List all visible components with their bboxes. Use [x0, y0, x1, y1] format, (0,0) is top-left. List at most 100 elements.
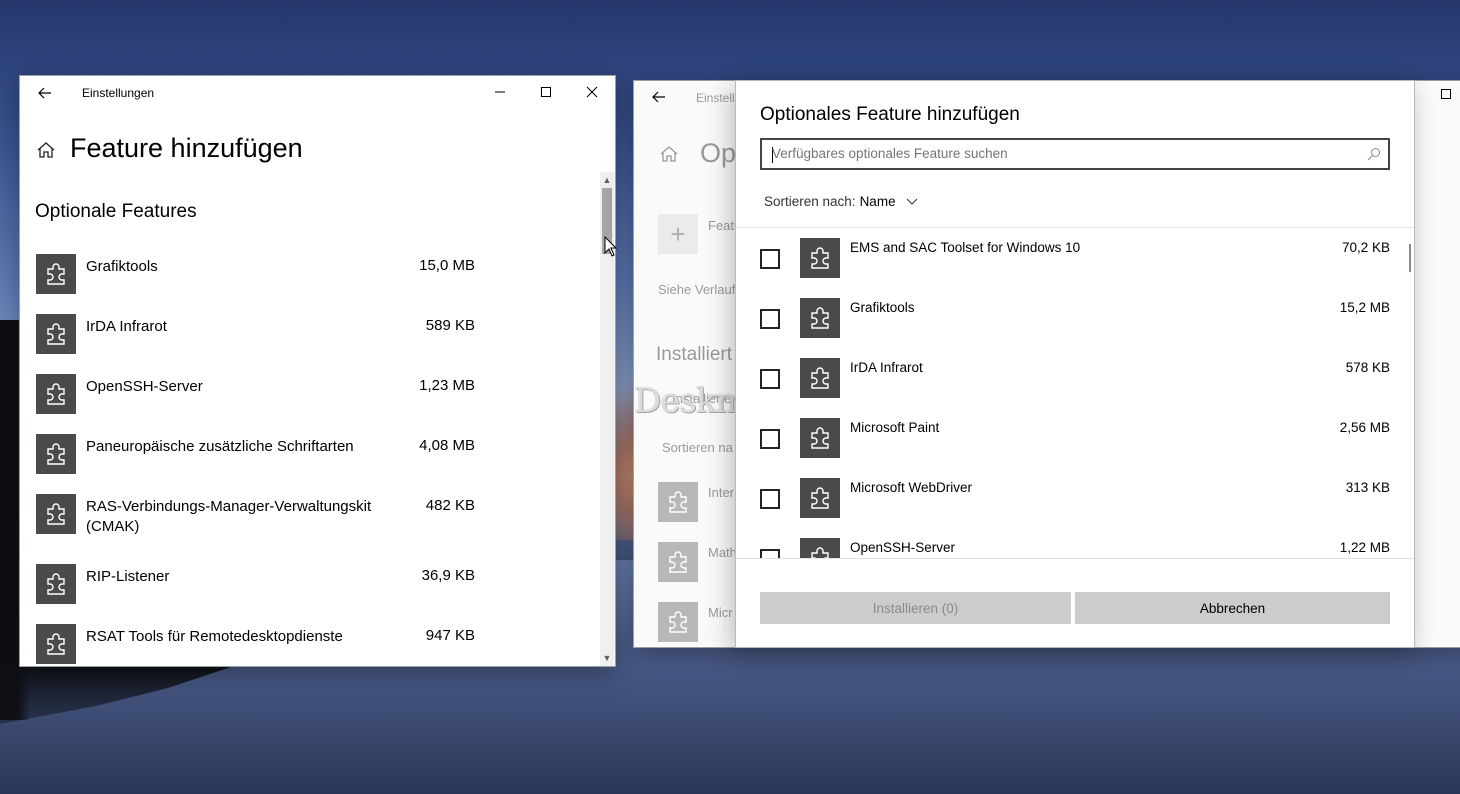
- add-optional-feature-dialog: Optionales Feature hinzufügen Sortieren …: [735, 80, 1415, 648]
- feature-checkbox[interactable]: [760, 489, 780, 509]
- feature-name: RAS-Verbindungs-Manager-Verwaltungskit (…: [86, 498, 372, 535]
- feature-name: OpenSSH-Server: [850, 540, 956, 555]
- list-item[interactable]: IrDA Infrarot 589 KB: [35, 312, 475, 372]
- feature-name: RSAT Tools für Remotedesktopdienste: [86, 628, 343, 645]
- sort-label: Sortieren nach:: [764, 194, 856, 209]
- page-title: Feature hinzufügen: [70, 133, 303, 163]
- available-features-list: EMS and SAC Toolset for Windows 10 70,2 …: [736, 228, 1414, 558]
- history-link[interactable]: Siehe Verlauf: [658, 282, 735, 297]
- feature-name: Grafiktools: [850, 300, 915, 315]
- feature-name: Grafiktools: [86, 258, 158, 275]
- scroll-down-icon[interactable]: ▼: [602, 653, 612, 663]
- feature-checkbox[interactable]: [760, 369, 780, 389]
- feature-size: 589 KB: [425, 317, 475, 334]
- page-title: Op: [700, 138, 737, 168]
- feature-checkbox[interactable]: [760, 549, 780, 558]
- feature-size: 4,08 MB: [419, 437, 475, 454]
- installed-feature-name[interactable]: Math: [708, 545, 737, 560]
- maximize-icon[interactable]: [532, 80, 560, 104]
- feature-size: 1,22 MB: [1339, 540, 1390, 555]
- feature-name: Microsoft WebDriver: [850, 480, 973, 495]
- feature-size: 1,23 MB: [419, 377, 475, 394]
- list-item[interactable]: Paneuropäische zusätzliche Schriftarten …: [35, 432, 475, 492]
- feature-checkbox[interactable]: [760, 309, 780, 329]
- list-item[interactable]: Microsoft Paint 2,56 MB: [736, 408, 1414, 468]
- optional-features-list: Grafiktools 15,0 MB IrDA Infrarot 589 KB…: [35, 252, 475, 682]
- puzzle-icon: [658, 482, 698, 522]
- list-item[interactable]: RAS-Verbindungs-Manager-Verwaltungskit (…: [35, 492, 475, 562]
- feature-size: 947 KB: [425, 627, 475, 644]
- sort-control[interactable]: Sortieren nach: Name: [764, 194, 920, 209]
- section-title: Optionale Features: [35, 201, 197, 222]
- feature-name: RIP-Listener: [86, 568, 170, 585]
- feature-search-input[interactable]: [772, 146, 1352, 161]
- mouse-cursor-icon: [604, 235, 618, 258]
- home-icon[interactable]: [34, 138, 58, 162]
- list-item[interactable]: Grafiktools 15,2 MB: [736, 288, 1414, 348]
- installed-feature-name[interactable]: Micr: [708, 605, 733, 620]
- minimize-icon[interactable]: [486, 80, 514, 104]
- list-item[interactable]: Microsoft WebDriver 313 KB: [736, 468, 1414, 528]
- window-title: Einstellungen: [82, 86, 155, 100]
- puzzle-icon: [36, 314, 76, 354]
- home-icon[interactable]: [658, 143, 680, 165]
- list-item[interactable]: EMS and SAC Toolset for Windows 10 70,2 …: [736, 228, 1414, 288]
- puzzle-icon: [658, 542, 698, 582]
- scroll-up-icon[interactable]: ▲: [602, 175, 612, 185]
- maximize-icon[interactable]: [1436, 84, 1456, 104]
- chevron-down-icon[interactable]: [904, 196, 920, 208]
- feature-size: 313 KB: [1345, 480, 1390, 495]
- feature-size: 36,9 KB: [421, 567, 475, 584]
- puzzle-icon: [36, 564, 76, 604]
- puzzle-icon: [36, 254, 76, 294]
- dialog-title: Optionales Feature hinzufügen: [760, 104, 1020, 125]
- back-arrow-icon[interactable]: [34, 82, 56, 104]
- puzzle-icon: [36, 494, 76, 534]
- puzzle-icon: [36, 374, 76, 414]
- puzzle-icon: [800, 478, 840, 518]
- close-icon[interactable]: [578, 80, 606, 104]
- feature-size: 15,2 MB: [1339, 300, 1390, 315]
- list-item[interactable]: RSAT Tools für Remotedesktopdienste 947 …: [35, 622, 475, 682]
- puzzle-icon: [36, 624, 76, 664]
- feature-size: 578 KB: [1345, 360, 1390, 375]
- back-arrow-icon[interactable]: [651, 89, 667, 105]
- feature-checkbox[interactable]: [760, 429, 780, 449]
- sort-label[interactable]: Sortieren na: [662, 440, 733, 455]
- feature-size: 70,2 KB: [1341, 240, 1390, 255]
- feature-name: EMS and SAC Toolset for Windows 10: [850, 240, 1081, 255]
- installed-feature-name[interactable]: Inter: [708, 485, 734, 500]
- list-item[interactable]: IrDA Infrarot 578 KB: [736, 348, 1414, 408]
- puzzle-icon: [800, 298, 840, 338]
- feature-name: Microsoft Paint: [850, 420, 940, 435]
- search-icon[interactable]: [1366, 146, 1382, 162]
- puzzle-icon: [658, 602, 698, 642]
- puzzle-icon: [800, 418, 840, 458]
- sort-value[interactable]: Name: [860, 194, 896, 209]
- feature-name: IrDA Infrarot: [850, 360, 923, 375]
- feature-size: 482 KB: [425, 497, 475, 514]
- feature-search-box[interactable]: [760, 138, 1390, 170]
- list-item[interactable]: OpenSSH-Server 1,23 MB: [35, 372, 475, 432]
- puzzle-icon: [800, 538, 840, 558]
- list-item[interactable]: Grafiktools 15,0 MB: [35, 252, 475, 312]
- install-button[interactable]: Installieren (0): [760, 592, 1071, 624]
- settings-window-feature-add: Einstellungen Feature hinzufügen Optiona…: [19, 75, 616, 667]
- cancel-button[interactable]: Abbrechen: [1075, 592, 1390, 624]
- footer-divider: [736, 558, 1414, 559]
- feature-name: OpenSSH-Server: [86, 378, 203, 395]
- list-scrollbar[interactable]: [1409, 244, 1411, 272]
- feature-checkbox[interactable]: [760, 249, 780, 269]
- add-feature-plus-icon[interactable]: +: [658, 214, 698, 254]
- list-item[interactable]: OpenSSH-Server 1,22 MB: [736, 528, 1414, 558]
- puzzle-icon: [800, 238, 840, 278]
- puzzle-icon: [36, 434, 76, 474]
- feature-name: IrDA Infrarot: [86, 318, 167, 335]
- feature-size: 2,56 MB: [1339, 420, 1390, 435]
- window-title: Einstell: [696, 91, 735, 105]
- list-item[interactable]: RIP-Listener 36,9 KB: [35, 562, 475, 622]
- feature-name: Paneuropäische zusätzliche Schriftarten: [86, 438, 354, 455]
- puzzle-icon: [800, 358, 840, 398]
- feature-size: 15,0 MB: [419, 257, 475, 274]
- installed-heading: Installiert: [656, 344, 733, 365]
